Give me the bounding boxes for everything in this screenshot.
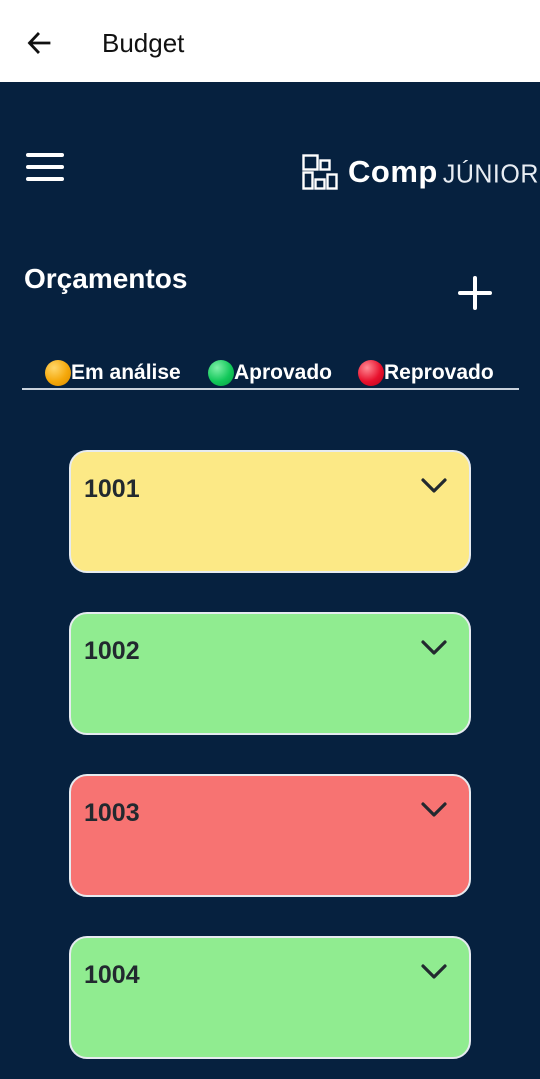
chevron-down-icon[interactable] [419,636,449,658]
section-title: Orçamentos [24,263,188,294]
legend-item-em-analise: Em análise [45,360,181,386]
add-budget-button[interactable] [454,272,496,314]
yellow-circle-icon [45,360,71,386]
arrow-left-icon [27,32,51,54]
budget-card-1004[interactable]: 1004 [69,936,471,1059]
budget-id: 1004 [84,961,140,989]
legend-item-reprovado: Reprovado [358,360,494,386]
logo-mark-icon [302,154,338,190]
legend-item-aprovado: Aprovado [208,360,332,386]
page-title: Budget [102,28,185,58]
green-circle-icon [208,360,234,386]
app-bar: Budget [0,0,540,82]
budget-id: 1001 [84,475,140,503]
plus-icon [458,276,492,310]
status-legend: Em análise Aprovado Reprovado [22,356,519,390]
chevron-down-icon[interactable] [419,960,449,982]
red-circle-icon [358,360,384,386]
brand-name: Comp [348,154,438,189]
budget-card-1001[interactable]: 1001 [69,450,471,573]
chevron-down-icon[interactable] [419,798,449,820]
menu-icon [26,153,64,157]
chevron-down-icon[interactable] [419,474,449,496]
back-button[interactable] [22,26,56,60]
brand-suffix: JÚNIOR [442,159,539,189]
budget-card-1003[interactable]: 1003 [69,774,471,897]
brand-logo: Comp JÚNIOR [302,152,539,192]
budget-id: 1002 [84,637,140,665]
budget-card-1002[interactable]: 1002 [69,612,471,735]
legend-label: Reprovado [384,361,494,384]
budget-id: 1003 [84,799,140,827]
legend-label: Em análise [71,361,181,384]
menu-button[interactable] [24,150,66,184]
legend-label: Aprovado [234,361,333,384]
